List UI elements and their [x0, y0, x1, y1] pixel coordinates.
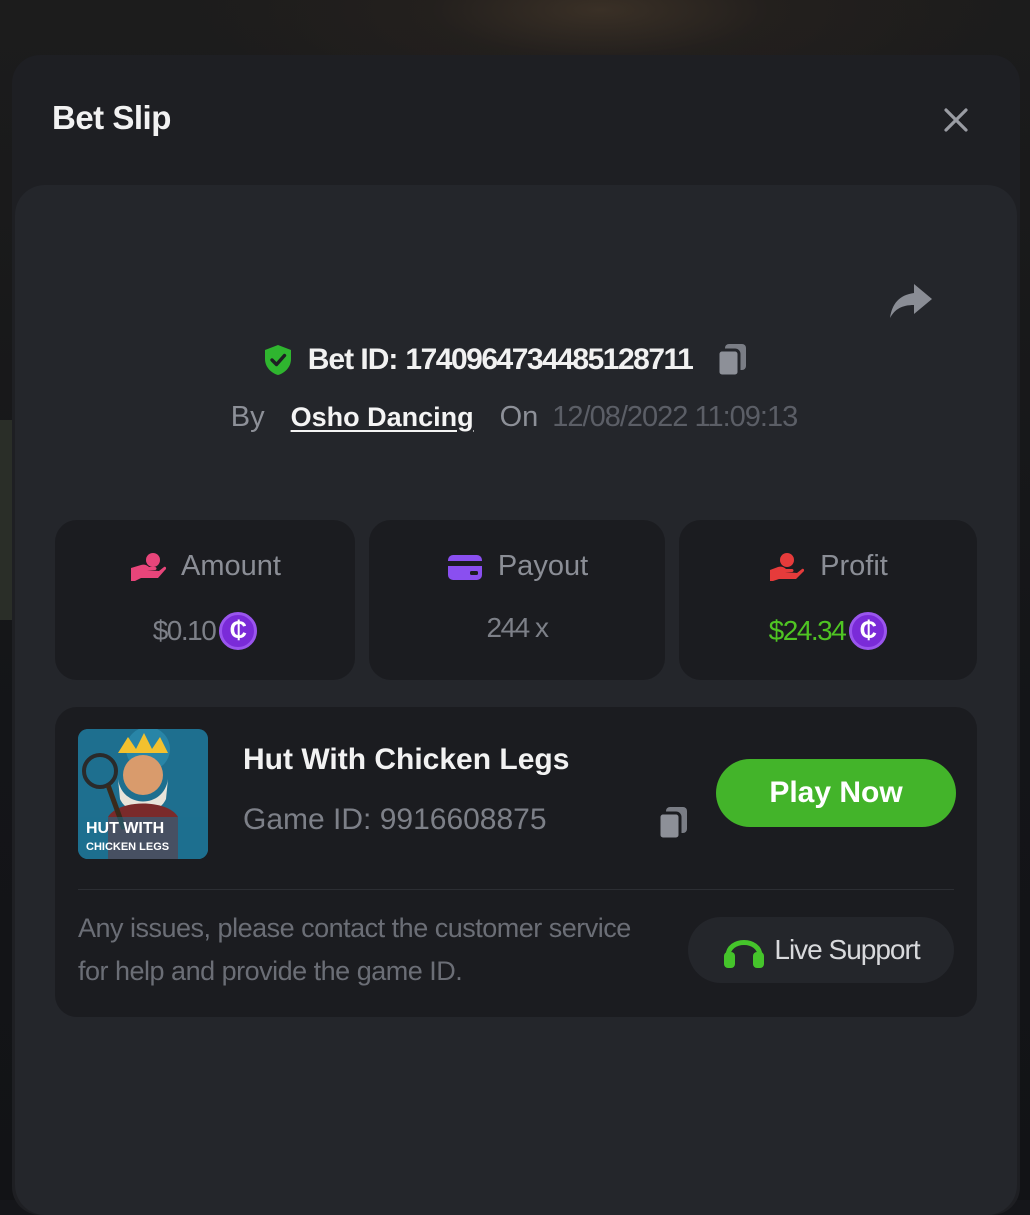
amount-value: $0.10: [152, 615, 217, 646]
amount-card: Amount $0.10 ₵: [55, 520, 355, 680]
hand-profit-icon: [770, 552, 805, 581]
backdrop-edge: [0, 420, 12, 620]
amount-value-row: $0.10 ₵: [55, 612, 355, 650]
support-message: Any issues, please contact the customer …: [78, 913, 631, 986]
game-art-image: HUT WITH CHICKEN LEGS: [78, 729, 208, 859]
verified-shield-icon: [264, 345, 291, 375]
play-now-button[interactable]: Play Now: [716, 759, 956, 827]
share-button[interactable]: [885, 281, 937, 321]
copy-game-id-icon[interactable]: [655, 804, 691, 842]
copy-bet-id-icon[interactable]: [714, 341, 750, 379]
payout-header: Payout: [369, 550, 665, 583]
profit-header: Profit: [679, 550, 977, 583]
user-link[interactable]: Osho Dancing: [291, 402, 474, 433]
game-card: HUT WITH CHICKEN LEGS Hut With Chicken L…: [55, 707, 977, 1017]
amount-header: Amount: [55, 550, 355, 583]
game-thumbnail[interactable]: HUT WITH CHICKEN LEGS: [78, 729, 208, 859]
bet-id-row: Bet ID: 1740964734485128711: [15, 337, 1017, 383]
amount-label: Amount: [181, 550, 281, 582]
close-icon: [944, 108, 968, 132]
coin-icon: ₵: [219, 612, 258, 650]
live-support-button[interactable]: Live Support: [688, 917, 954, 983]
payout-value: 244 x: [486, 612, 550, 643]
profit-label: Profit: [820, 550, 888, 582]
bet-slip-modal: Bet Slip Bet ID: 1740964734485128711 By …: [12, 55, 1020, 1215]
thumb-text-line2: CHICKEN LEGS: [86, 841, 169, 853]
modal-title: Bet Slip: [52, 99, 171, 136]
thumb-text-line1: HUT WITH: [86, 820, 164, 837]
live-support-label: Live Support: [774, 934, 920, 965]
close-button[interactable]: [936, 100, 976, 140]
profit-value: $24.34: [768, 615, 847, 646]
share-icon: [890, 284, 932, 318]
bet-meta-row: By Osho Dancing On 12/08/2022 11:09:13: [15, 395, 1017, 439]
headset-icon: [724, 940, 765, 968]
bet-datetime: 12/08/2022 11:09:13: [552, 400, 798, 433]
coin-icon: ₵: [849, 612, 888, 650]
hand-coins-icon: [131, 552, 167, 581]
divider: [78, 889, 954, 890]
on-label: On: [499, 400, 539, 433]
bet-details-panel: Bet ID: 1740964734485128711 By Osho Danc…: [15, 185, 1017, 1215]
by-label: By: [230, 400, 265, 433]
bet-id-value: 1740964734485128711: [405, 343, 693, 376]
bet-id-label: Bet ID:: [307, 343, 399, 376]
payout-label: Payout: [497, 550, 589, 582]
game-id: Game ID: 9916608875: [243, 803, 547, 836]
payout-value-row: 244 x: [369, 612, 665, 644]
game-title: Hut With Chicken Legs: [243, 743, 570, 776]
profit-value-row: $24.34 ₵: [679, 612, 977, 650]
payout-card: Payout 244 x: [369, 520, 665, 680]
wallet-card-icon: [447, 554, 482, 580]
profit-card: Profit $24.34 ₵: [679, 520, 977, 680]
